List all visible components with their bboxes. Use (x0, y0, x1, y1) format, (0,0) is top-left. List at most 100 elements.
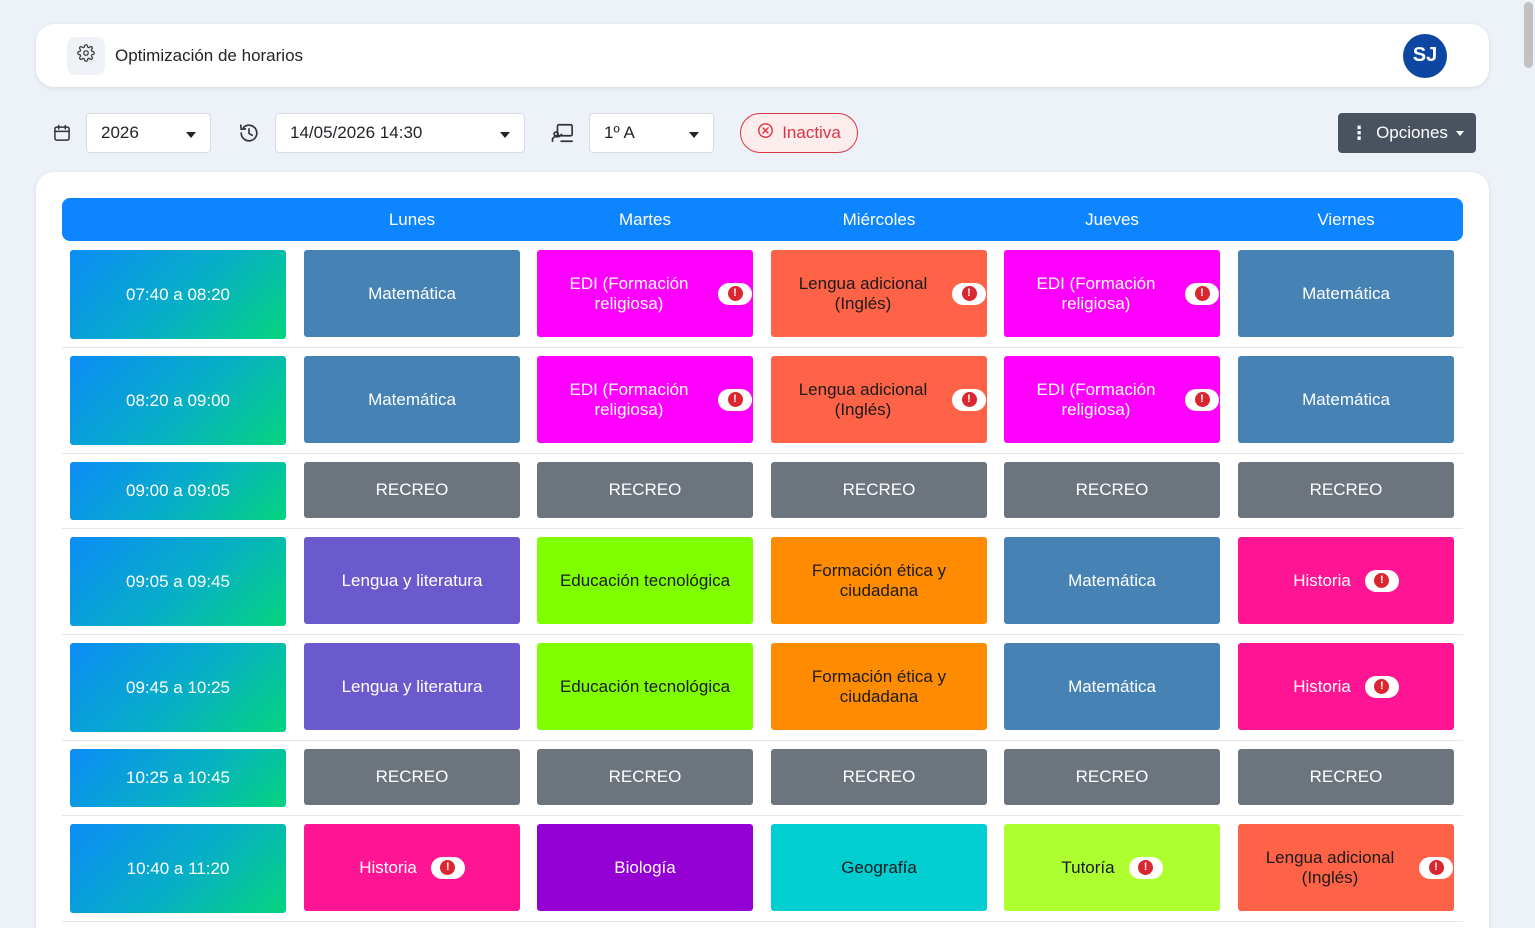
alert-icon[interactable]: ! (1128, 856, 1163, 879)
alert-icon[interactable]: ! (430, 856, 465, 879)
scrollbar[interactable] (1524, 2, 1533, 68)
schedule-cell[interactable]: RECREO (771, 749, 987, 805)
subject-label: Historia (1293, 570, 1351, 590)
subject-label: RECREO (375, 480, 449, 499)
time-slot: 09:45 a 10:25 (70, 643, 286, 732)
history-icon (237, 121, 261, 145)
schedule-cell[interactable]: RECREO (1004, 749, 1220, 805)
datetime-select[interactable]: 14/05/2026 14:30 (275, 113, 525, 153)
table-row: 07:40 a 08:20 Matemática EDI (Formación re… (62, 242, 1463, 348)
caret-down-icon (1455, 130, 1464, 136)
exclamation-icon: ! (1194, 392, 1210, 407)
schedule-cell[interactable]: RECREO (537, 462, 753, 518)
time-slot: 09:00 a 09:05 (70, 462, 286, 520)
time-slot: 10:40 a 11:20 (70, 824, 286, 913)
exclamation-icon: ! (961, 392, 977, 407)
chevron-down-icon (500, 132, 510, 138)
subject-label: Lengua y literatura (341, 570, 483, 590)
table-row: 10:25 a 10:45 RECREO RECREO RECREO RECREO REC… (62, 741, 1463, 816)
table-row: 08:20 a 09:00 Matemática EDI (Formación re… (62, 348, 1463, 454)
alert-icon[interactable]: ! (1364, 675, 1399, 698)
close-circle-icon (757, 122, 774, 144)
subject-label: RECREO (375, 767, 449, 786)
schedule-cell[interactable]: Biología (537, 824, 753, 911)
subject-label: RECREO (1075, 480, 1149, 499)
schedule-cell[interactable]: Lengua adicional (Inglés)! (771, 356, 987, 443)
time-slot: 09:05 a 09:45 (70, 537, 286, 626)
schedule-cell[interactable]: Historia! (304, 824, 520, 911)
schedule-header: Lunes Martes Miércoles Jueves Viernes (62, 198, 1463, 241)
schedule-cell[interactable]: RECREO (1238, 462, 1454, 518)
subject-label: Matemática (1068, 570, 1156, 590)
schedule-cell[interactable]: Lengua adicional (Inglés)! (771, 250, 987, 337)
schedule-cell[interactable]: Matemática (304, 250, 520, 337)
subject-label: EDI (Formación religiosa) (1036, 273, 1156, 313)
schedule-cell[interactable]: Formación ética y ciudadana (771, 537, 987, 624)
schedule-cell[interactable]: RECREO (1004, 462, 1220, 518)
schedule-cell[interactable]: Matemática (1238, 356, 1454, 443)
schedule-cell[interactable]: Matemática (1238, 250, 1454, 337)
schedule-cell[interactable]: RECREO (304, 462, 520, 518)
alert-icon[interactable]: ! (718, 282, 752, 305)
subject-label: Matemática (1068, 676, 1156, 696)
exclamation-icon: ! (1374, 679, 1390, 694)
schedule-cell[interactable]: EDI (Formación religiosa)! (1004, 356, 1220, 443)
subject-label: RECREO (842, 767, 916, 786)
alert-icon[interactable]: ! (1185, 388, 1219, 411)
status-label: Inactiva (782, 123, 841, 142)
settings-button[interactable] (67, 36, 105, 75)
exclamation-icon: ! (1194, 286, 1210, 301)
subject-label: RECREO (1309, 480, 1383, 499)
schedule-cell[interactable]: Historia! (1238, 643, 1454, 730)
user-avatar[interactable]: SJ (1403, 33, 1447, 78)
exclamation-icon: ! (1374, 573, 1390, 588)
subject-label: Formación ética y ciudadana (811, 666, 947, 706)
alert-icon[interactable]: ! (718, 388, 752, 411)
alert-icon[interactable]: ! (952, 388, 986, 411)
table-row: 10:40 a 11:20 Historia! Biología Geografía T… (62, 816, 1463, 922)
alert-icon[interactable]: ! (1364, 569, 1399, 592)
schedule-cell[interactable]: Matemática (1004, 643, 1220, 730)
subject-label: EDI (Formación religiosa) (569, 273, 689, 313)
schedule-cell[interactable]: EDI (Formación religiosa)! (537, 356, 753, 443)
schedule-cell[interactable]: Educación tecnológica (537, 537, 753, 624)
schedule-cell[interactable]: Tutoría! (1004, 824, 1220, 911)
subject-label: Formación ética y ciudadana (811, 560, 947, 600)
schedule-cell[interactable]: Historia! (1238, 537, 1454, 624)
schedule-cell[interactable]: Formación ética y ciudadana (771, 643, 987, 730)
schedule-cell[interactable]: RECREO (1238, 749, 1454, 805)
schedule-cell[interactable]: EDI (Formación religiosa)! (1004, 250, 1220, 337)
subject-label: Educación tecnológica (559, 676, 731, 696)
schedule-cell[interactable]: Lengua y literatura (304, 643, 520, 730)
schedule-cell[interactable]: EDI (Formación religiosa)! (537, 250, 753, 337)
gear-icon (77, 44, 95, 67)
year-select[interactable]: 2026 (86, 113, 211, 153)
status-badge[interactable]: Inactiva (740, 113, 858, 153)
schedule-cell[interactable]: Educación tecnológica (537, 643, 753, 730)
schedule-cell[interactable]: RECREO (537, 749, 753, 805)
subject-label: Geografía (841, 857, 917, 877)
chevron-down-icon (689, 132, 699, 138)
alert-icon[interactable]: ! (1419, 856, 1453, 879)
table-row: 09:05 a 09:45 Lengua y literatura Educació… (62, 529, 1463, 635)
page-title: Optimización de horarios (115, 45, 304, 65)
schedule-cell[interactable]: Lengua y literatura (304, 537, 520, 624)
schedule-cell[interactable]: RECREO (771, 462, 987, 518)
calendar-icon (50, 121, 74, 145)
exclamation-icon: ! (1138, 860, 1154, 875)
schedule-cell[interactable]: RECREO (304, 749, 520, 805)
exclamation-icon: ! (440, 860, 456, 875)
schedule-cell[interactable]: Geografía (771, 824, 987, 911)
subject-label: Lengua adicional (Inglés) (798, 273, 928, 313)
alert-icon[interactable]: ! (952, 282, 986, 305)
subject-label: Historia (1293, 676, 1351, 696)
alert-icon[interactable]: ! (1185, 282, 1219, 305)
options-button[interactable]: ⋮ Opciones (1338, 113, 1476, 153)
schedule-cell[interactable]: Lengua adicional (Inglés)! (1238, 824, 1454, 911)
course-value: 1º A (604, 123, 635, 142)
toolbar: 2026 14/05/2026 14:30 1º A Inactiva ⋮ Op… (50, 112, 1476, 154)
schedule-cell[interactable]: Matemática (1004, 537, 1220, 624)
course-select[interactable]: 1º A (589, 113, 714, 153)
exclamation-icon: ! (1428, 860, 1444, 875)
schedule-cell[interactable]: Matemática (304, 356, 520, 443)
